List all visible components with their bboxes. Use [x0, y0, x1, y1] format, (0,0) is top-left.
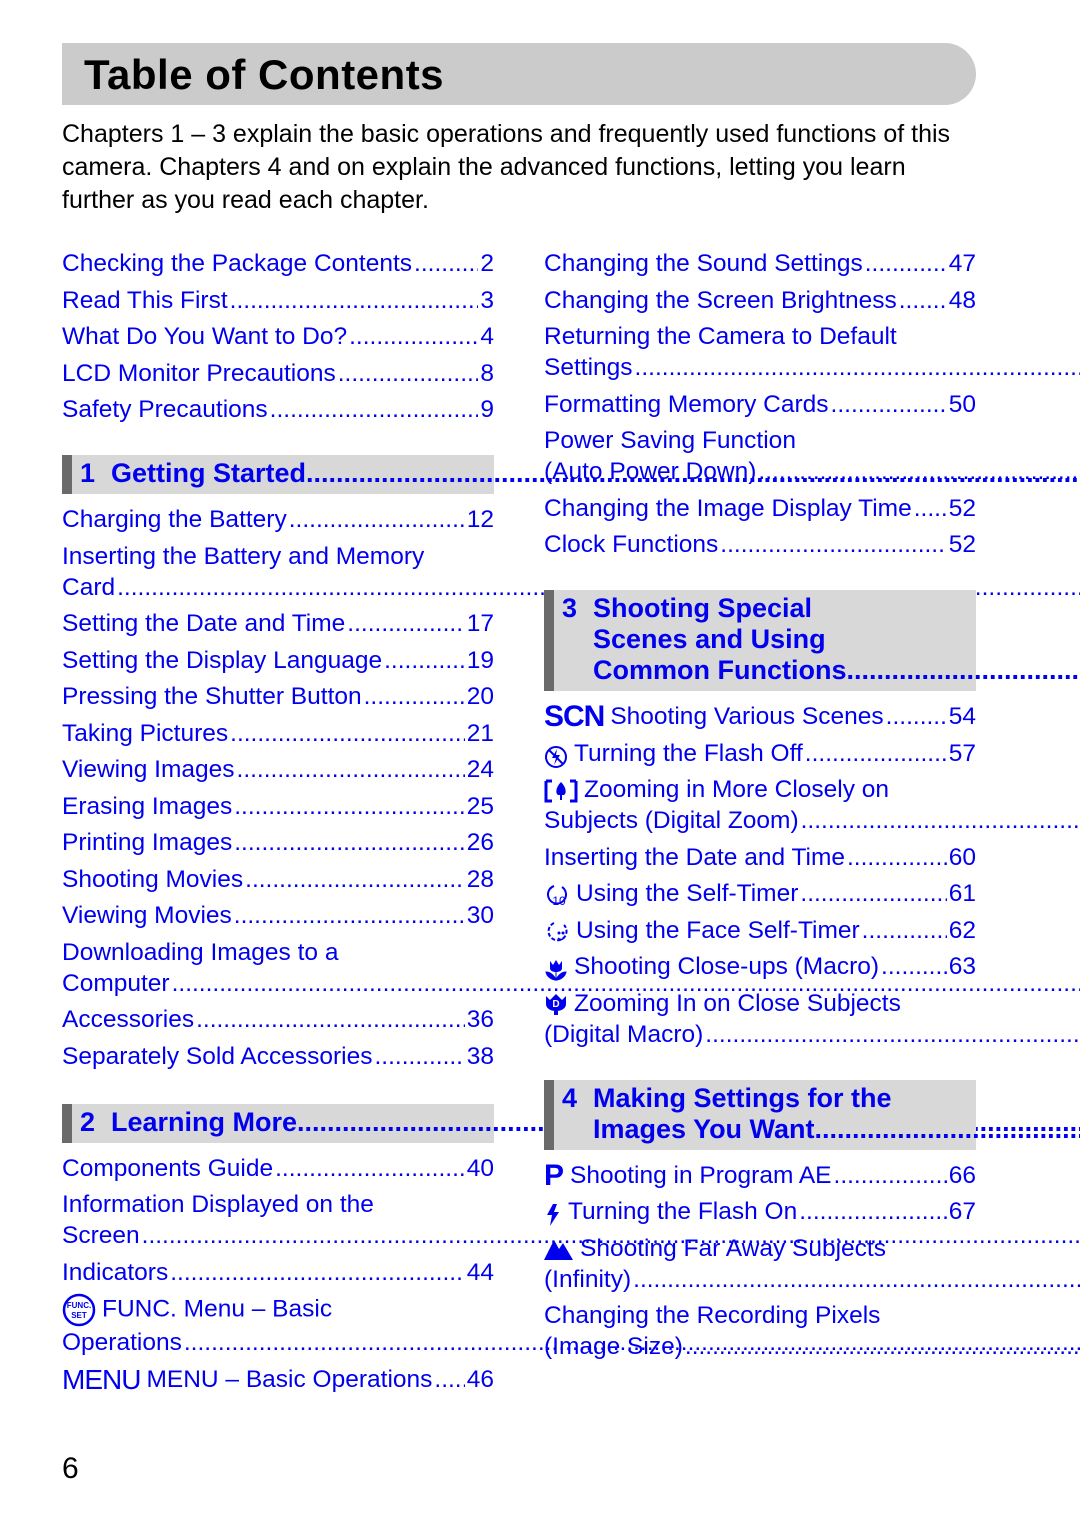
toc-entry[interactable]: Viewing Movies30 — [62, 900, 494, 931]
page-number: 6 — [62, 1452, 79, 1485]
toc-entry[interactable]: Safety Precautions9 — [62, 394, 494, 425]
toc-left-column: Checking the Package Contents2 Read This… — [62, 248, 494, 1400]
toc-entry[interactable]: Pressing the Shutter Button20 — [62, 681, 494, 712]
page-ref: 8 — [480, 359, 494, 387]
toc-entry[interactable]: Downloading Images to aComputer31 — [62, 937, 494, 999]
page-title: Table of Contents — [84, 51, 445, 98]
page-ref: 9 — [480, 396, 494, 423]
toc-entry[interactable]: PShooting in Program AE66 — [544, 1160, 976, 1191]
menu-icon: MENU — [62, 1363, 141, 1395]
toc-entry[interactable]: Checking the Package Contents2 — [62, 248, 494, 279]
page-ref: 4 — [480, 323, 494, 350]
chapter-heading-2[interactable]: 2 Learning More39 — [62, 1103, 494, 1143]
toc-entry[interactable]: Erasing Images25 — [62, 791, 494, 822]
chapter-heading-3[interactable]: 3 Shooting Special Scenes and Using Comm… — [544, 590, 976, 691]
toc-entry[interactable]: MENUMENU – Basic Operations46 — [62, 1364, 494, 1395]
svg-text:SET: SET — [71, 1311, 87, 1320]
digital-macro-icon: D — [544, 992, 568, 1016]
toc-entry[interactable]: Shooting Far Away Subjects(Infinity)67 — [544, 1233, 976, 1295]
toc-entry[interactable]: Changing the Recording Pixels (Image Size… — [544, 1300, 976, 1362]
toc-entry[interactable]: Returning the Camera to DefaultSettings4… — [544, 321, 976, 383]
toc-entry[interactable]: Setting the Date and Time17 — [62, 608, 494, 639]
toc-entry[interactable]: Shooting Movies28 — [62, 864, 494, 895]
toc-entry[interactable]: What Do You Want to Do?4 — [62, 321, 494, 352]
digital-zoom-icon — [544, 779, 578, 803]
svg-text:10: 10 — [552, 894, 566, 908]
toc-entry[interactable]: Inserting the Date and Time60 — [544, 842, 976, 873]
toc-entry[interactable]: Indicators44 — [62, 1257, 494, 1288]
toc-entry[interactable]: Formatting Memory Cards50 — [544, 389, 976, 420]
toc-entry[interactable]: FUNC.SETFUNC. Menu – BasicOperations45 — [62, 1293, 494, 1358]
toc-entry[interactable]: Changing the Screen Brightness48 — [544, 285, 976, 316]
toc-entry[interactable]: D Zooming In on Close Subjects (Digital Ma… — [544, 988, 976, 1050]
page-ref: 3 — [480, 286, 494, 314]
toc-entry[interactable]: Read This First3 — [62, 285, 494, 316]
toc-entry[interactable]: LCD Monitor Precautions8 — [62, 358, 494, 389]
toc-entry[interactable]: Shooting Close-ups (Macro)63 — [544, 951, 976, 982]
toc-entry[interactable]: Clock Functions52 — [544, 529, 976, 560]
toc-entry[interactable]: Separately Sold Accessories38 — [62, 1041, 494, 1072]
toc-entry[interactable]: Setting the Display Language19 — [62, 645, 494, 676]
toc-entry[interactable]: Accessories36 — [62, 1004, 494, 1035]
toc-entry[interactable]: Taking Pictures21 — [62, 718, 494, 749]
face-self-timer-icon — [544, 920, 570, 946]
toc-entry[interactable]: Changing the Sound Settings47 — [544, 248, 976, 279]
toc-entry[interactable]: Power Saving Function(Auto Power Down)51 — [544, 425, 976, 487]
flash-on-icon — [544, 1203, 562, 1227]
toc-entry[interactable]: Turning the Flash Off57 — [544, 738, 976, 769]
toc-entry[interactable]: Viewing Images24 — [62, 754, 494, 785]
svg-text:D: D — [552, 999, 559, 1010]
program-ae-icon: P — [544, 1158, 565, 1192]
toc-entry[interactable]: Turning the Flash On67 — [544, 1196, 976, 1227]
page-ref: 2 — [480, 250, 494, 277]
toc-entry[interactable]: Charging the Battery12 — [62, 504, 494, 535]
toc-entry[interactable]: Printing Images26 — [62, 827, 494, 858]
infinity-mountain-icon — [544, 1237, 574, 1261]
chapter-heading-4[interactable]: 4 Making Settings for the Images You Wan… — [544, 1079, 976, 1150]
flash-off-icon — [544, 745, 568, 769]
toc-entry[interactable]: Changing the Image Display Time52 — [544, 493, 976, 524]
toc-entry[interactable]: Components Guide40 — [62, 1153, 494, 1184]
title-banner: Table of Contents — [62, 43, 976, 105]
macro-icon — [544, 958, 568, 982]
toc-entry[interactable]: 10Using the Self-Timer61 — [544, 878, 976, 909]
func-set-icon: FUNC. SET — [62, 1293, 96, 1327]
svg-text:FUNC.: FUNC. — [67, 1301, 91, 1310]
chapter-heading-1[interactable]: 1 Getting Started11 — [62, 455, 494, 494]
toc-entry[interactable]: SCNShooting Various Scenes54 — [544, 701, 976, 732]
toc-right-column: Changing the Sound Settings47 Changing t… — [544, 248, 976, 1368]
toc-entry[interactable]: Information Displayed on theScreen42 — [62, 1189, 494, 1251]
toc-entry[interactable]: Inserting the Battery and MemoryCard14 — [62, 541, 494, 603]
toc-entry[interactable]: Zooming in More Closely on Subjects (Digi… — [544, 774, 976, 836]
intro-paragraph: Chapters 1 – 3 explain the basic operati… — [62, 120, 951, 214]
scn-icon: SCN — [544, 700, 605, 733]
self-timer-icon: 10 — [544, 883, 570, 909]
toc-entry[interactable]: Using the Face Self-Timer62 — [544, 915, 976, 946]
